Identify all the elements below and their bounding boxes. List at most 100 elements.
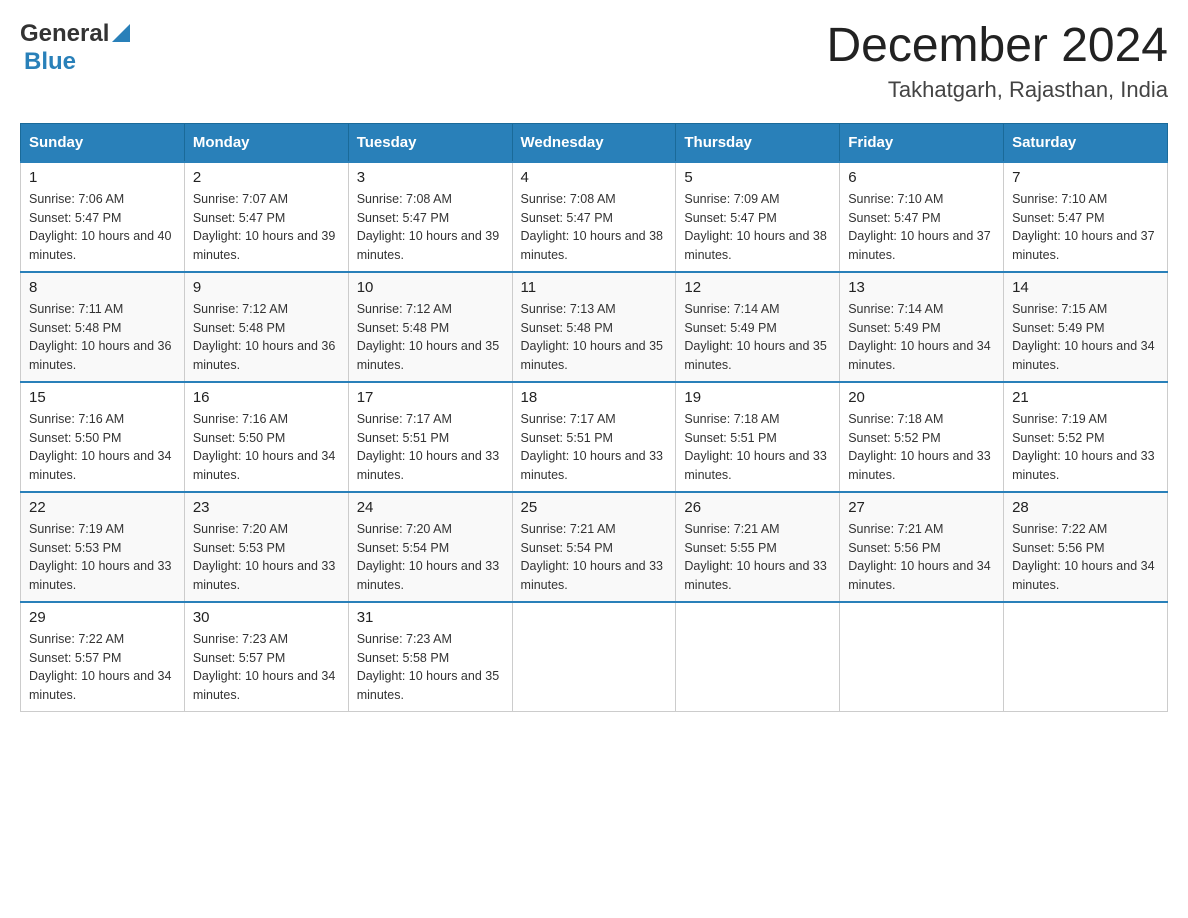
calendar-day-23: 23 Sunrise: 7:20 AM Sunset: 5:53 PM Dayl…: [184, 492, 348, 602]
calendar-empty: [676, 602, 840, 712]
calendar-week-5: 29 Sunrise: 7:22 AM Sunset: 5:57 PM Dayl…: [21, 602, 1168, 712]
weekday-header-sunday: Sunday: [21, 123, 185, 162]
calendar-day-10: 10 Sunrise: 7:12 AM Sunset: 5:48 PM Dayl…: [348, 272, 512, 382]
day-info: Sunrise: 7:07 AM Sunset: 5:47 PM Dayligh…: [193, 190, 340, 265]
day-info: Sunrise: 7:23 AM Sunset: 5:58 PM Dayligh…: [357, 630, 504, 705]
weekday-header-saturday: Saturday: [1004, 123, 1168, 162]
day-info: Sunrise: 7:12 AM Sunset: 5:48 PM Dayligh…: [193, 300, 340, 375]
calendar-day-25: 25 Sunrise: 7:21 AM Sunset: 5:54 PM Dayl…: [512, 492, 676, 602]
calendar-day-15: 15 Sunrise: 7:16 AM Sunset: 5:50 PM Dayl…: [21, 382, 185, 492]
day-info: Sunrise: 7:14 AM Sunset: 5:49 PM Dayligh…: [848, 300, 995, 375]
day-number: 29: [29, 609, 176, 626]
calendar-day-13: 13 Sunrise: 7:14 AM Sunset: 5:49 PM Dayl…: [840, 272, 1004, 382]
calendar-day-24: 24 Sunrise: 7:20 AM Sunset: 5:54 PM Dayl…: [348, 492, 512, 602]
day-info: Sunrise: 7:21 AM Sunset: 5:54 PM Dayligh…: [521, 520, 668, 595]
day-info: Sunrise: 7:23 AM Sunset: 5:57 PM Dayligh…: [193, 630, 340, 705]
calendar-day-8: 8 Sunrise: 7:11 AM Sunset: 5:48 PM Dayli…: [21, 272, 185, 382]
day-number: 10: [357, 279, 504, 296]
weekday-header-row: SundayMondayTuesdayWednesdayThursdayFrid…: [21, 123, 1168, 162]
calendar-day-30: 30 Sunrise: 7:23 AM Sunset: 5:57 PM Dayl…: [184, 602, 348, 712]
calendar-day-11: 11 Sunrise: 7:13 AM Sunset: 5:48 PM Dayl…: [512, 272, 676, 382]
day-info: Sunrise: 7:15 AM Sunset: 5:49 PM Dayligh…: [1012, 300, 1159, 375]
day-number: 5: [684, 169, 831, 186]
day-info: Sunrise: 7:13 AM Sunset: 5:48 PM Dayligh…: [521, 300, 668, 375]
day-number: 26: [684, 499, 831, 516]
calendar-day-18: 18 Sunrise: 7:17 AM Sunset: 5:51 PM Dayl…: [512, 382, 676, 492]
calendar-day-26: 26 Sunrise: 7:21 AM Sunset: 5:55 PM Dayl…: [676, 492, 840, 602]
weekday-header-monday: Monday: [184, 123, 348, 162]
day-info: Sunrise: 7:18 AM Sunset: 5:52 PM Dayligh…: [848, 410, 995, 485]
day-number: 9: [193, 279, 340, 296]
title-block: December 2024 Takhatgarh, Rajasthan, Ind…: [826, 20, 1168, 103]
calendar-day-1: 1 Sunrise: 7:06 AM Sunset: 5:47 PM Dayli…: [21, 162, 185, 272]
day-info: Sunrise: 7:09 AM Sunset: 5:47 PM Dayligh…: [684, 190, 831, 265]
weekday-header-tuesday: Tuesday: [348, 123, 512, 162]
calendar-day-29: 29 Sunrise: 7:22 AM Sunset: 5:57 PM Dayl…: [21, 602, 185, 712]
calendar-day-4: 4 Sunrise: 7:08 AM Sunset: 5:47 PM Dayli…: [512, 162, 676, 272]
calendar-day-31: 31 Sunrise: 7:23 AM Sunset: 5:58 PM Dayl…: [348, 602, 512, 712]
calendar-empty: [840, 602, 1004, 712]
calendar-day-3: 3 Sunrise: 7:08 AM Sunset: 5:47 PM Dayli…: [348, 162, 512, 272]
logo: General Blue: [20, 20, 130, 76]
month-year-title: December 2024: [826, 20, 1168, 73]
day-number: 24: [357, 499, 504, 516]
calendar-table: SundayMondayTuesdayWednesdayThursdayFrid…: [20, 123, 1168, 712]
calendar-day-28: 28 Sunrise: 7:22 AM Sunset: 5:56 PM Dayl…: [1004, 492, 1168, 602]
day-number: 11: [521, 279, 668, 296]
weekday-header-wednesday: Wednesday: [512, 123, 676, 162]
day-info: Sunrise: 7:21 AM Sunset: 5:56 PM Dayligh…: [848, 520, 995, 595]
day-info: Sunrise: 7:10 AM Sunset: 5:47 PM Dayligh…: [848, 190, 995, 265]
location-subtitle: Takhatgarh, Rajasthan, India: [826, 77, 1168, 103]
calendar-day-17: 17 Sunrise: 7:17 AM Sunset: 5:51 PM Dayl…: [348, 382, 512, 492]
calendar-week-3: 15 Sunrise: 7:16 AM Sunset: 5:50 PM Dayl…: [21, 382, 1168, 492]
day-number: 25: [521, 499, 668, 516]
day-number: 18: [521, 389, 668, 406]
day-info: Sunrise: 7:19 AM Sunset: 5:52 PM Dayligh…: [1012, 410, 1159, 485]
calendar-day-2: 2 Sunrise: 7:07 AM Sunset: 5:47 PM Dayli…: [184, 162, 348, 272]
day-number: 16: [193, 389, 340, 406]
day-number: 17: [357, 389, 504, 406]
day-info: Sunrise: 7:21 AM Sunset: 5:55 PM Dayligh…: [684, 520, 831, 595]
calendar-day-20: 20 Sunrise: 7:18 AM Sunset: 5:52 PM Dayl…: [840, 382, 1004, 492]
weekday-header-friday: Friday: [840, 123, 1004, 162]
logo-triangle-icon: [112, 24, 130, 47]
day-number: 27: [848, 499, 995, 516]
day-info: Sunrise: 7:08 AM Sunset: 5:47 PM Dayligh…: [521, 190, 668, 265]
day-info: Sunrise: 7:19 AM Sunset: 5:53 PM Dayligh…: [29, 520, 176, 595]
calendar-empty: [512, 602, 676, 712]
calendar-day-9: 9 Sunrise: 7:12 AM Sunset: 5:48 PM Dayli…: [184, 272, 348, 382]
day-info: Sunrise: 7:16 AM Sunset: 5:50 PM Dayligh…: [29, 410, 176, 485]
day-number: 13: [848, 279, 995, 296]
calendar-day-14: 14 Sunrise: 7:15 AM Sunset: 5:49 PM Dayl…: [1004, 272, 1168, 382]
calendar-day-19: 19 Sunrise: 7:18 AM Sunset: 5:51 PM Dayl…: [676, 382, 840, 492]
day-number: 19: [684, 389, 831, 406]
day-info: Sunrise: 7:16 AM Sunset: 5:50 PM Dayligh…: [193, 410, 340, 485]
day-number: 2: [193, 169, 340, 186]
calendar-empty: [1004, 602, 1168, 712]
calendar-day-21: 21 Sunrise: 7:19 AM Sunset: 5:52 PM Dayl…: [1004, 382, 1168, 492]
day-info: Sunrise: 7:20 AM Sunset: 5:54 PM Dayligh…: [357, 520, 504, 595]
logo-blue-text: Blue: [24, 48, 76, 76]
calendar-day-16: 16 Sunrise: 7:16 AM Sunset: 5:50 PM Dayl…: [184, 382, 348, 492]
day-info: Sunrise: 7:20 AM Sunset: 5:53 PM Dayligh…: [193, 520, 340, 595]
day-number: 4: [521, 169, 668, 186]
calendar-day-6: 6 Sunrise: 7:10 AM Sunset: 5:47 PM Dayli…: [840, 162, 1004, 272]
calendar-day-22: 22 Sunrise: 7:19 AM Sunset: 5:53 PM Dayl…: [21, 492, 185, 602]
logo-general-text: General: [20, 20, 109, 48]
day-number: 22: [29, 499, 176, 516]
day-number: 1: [29, 169, 176, 186]
day-info: Sunrise: 7:10 AM Sunset: 5:47 PM Dayligh…: [1012, 190, 1159, 265]
day-number: 12: [684, 279, 831, 296]
day-info: Sunrise: 7:11 AM Sunset: 5:48 PM Dayligh…: [29, 300, 176, 375]
day-info: Sunrise: 7:22 AM Sunset: 5:56 PM Dayligh…: [1012, 520, 1159, 595]
calendar-day-12: 12 Sunrise: 7:14 AM Sunset: 5:49 PM Dayl…: [676, 272, 840, 382]
page-header: General Blue December 2024 Takhatgarh, R…: [20, 20, 1168, 103]
calendar-day-7: 7 Sunrise: 7:10 AM Sunset: 5:47 PM Dayli…: [1004, 162, 1168, 272]
calendar-week-1: 1 Sunrise: 7:06 AM Sunset: 5:47 PM Dayli…: [21, 162, 1168, 272]
calendar-day-27: 27 Sunrise: 7:21 AM Sunset: 5:56 PM Dayl…: [840, 492, 1004, 602]
day-number: 31: [357, 609, 504, 626]
calendar-day-5: 5 Sunrise: 7:09 AM Sunset: 5:47 PM Dayli…: [676, 162, 840, 272]
day-info: Sunrise: 7:12 AM Sunset: 5:48 PM Dayligh…: [357, 300, 504, 375]
day-info: Sunrise: 7:06 AM Sunset: 5:47 PM Dayligh…: [29, 190, 176, 265]
day-number: 8: [29, 279, 176, 296]
